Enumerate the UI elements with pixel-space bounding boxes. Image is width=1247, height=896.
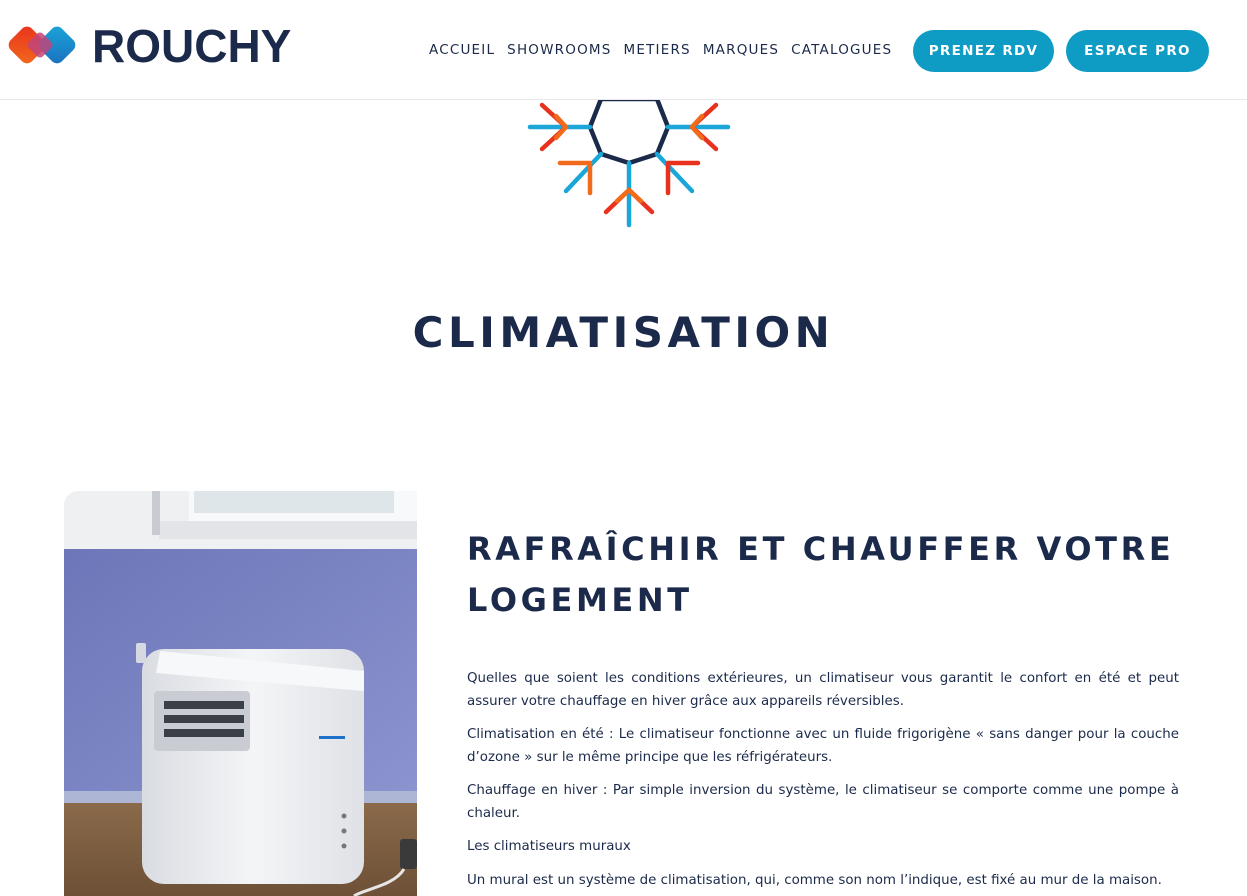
nav-accueil[interactable]: ACCUEIL <box>429 42 495 58</box>
nav-showrooms[interactable]: SHOWROOMS <box>507 42 611 58</box>
paragraph: Chauffage en hiver : Par simple inversio… <box>467 783 1179 821</box>
paragraph: Quelles que soient les conditions extéri… <box>467 671 1179 709</box>
logo-mark-icon <box>8 26 76 64</box>
subheading: Les climatiseurs muraux <box>467 839 631 854</box>
nav-metiers[interactable]: METIERS <box>624 42 691 58</box>
nav-catalogues[interactable]: CATALOGUES <box>791 42 892 58</box>
air-conditioner-photo <box>64 491 417 896</box>
logo-text: ROUCHY <box>92 20 292 72</box>
paragraph: Un mural est un système de climatisation… <box>467 872 1162 888</box>
logo[interactable]: ROUCHY <box>4 18 294 74</box>
nav-marques[interactable]: MARQUES <box>703 42 779 58</box>
section-heading: RAFRAÎCHIR ET CHAUFFER VOTRE LOGEMENT <box>467 530 1175 619</box>
section-body: Quelles que soient les conditions extéri… <box>467 668 1179 896</box>
main-nav: ACCUEIL SHOWROOMS METIERS MARQUES CATALO… <box>429 42 904 58</box>
page-title: CLIMATISATION <box>412 308 835 357</box>
espace-pro-button[interactable]: ESPACE PRO <box>1066 30 1209 72</box>
prenez-rdv-button[interactable]: PRENEZ RDV <box>913 30 1054 72</box>
site-header: ROUCHY ACCUEIL SHOWROOMS METIERS MARQUES… <box>0 0 1247 100</box>
paragraph: Climatisation en été : Le climatiseur fo… <box>467 727 1179 765</box>
